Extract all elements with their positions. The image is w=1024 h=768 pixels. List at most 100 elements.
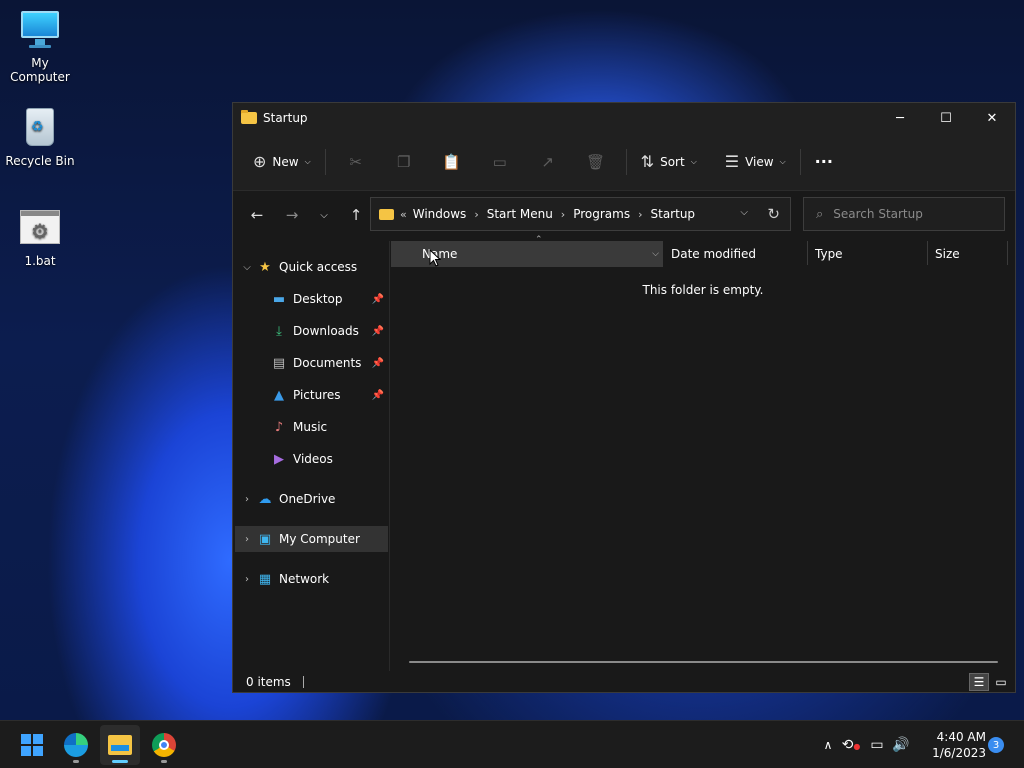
breadcrumb-windows[interactable]: Windows xyxy=(413,207,467,221)
mouse-cursor-icon xyxy=(429,249,441,267)
overflow-chevron-icon[interactable]: « xyxy=(400,208,407,221)
sort-label: Sort xyxy=(660,154,685,169)
view-button[interactable]: ☰ View ⌵ xyxy=(717,146,794,178)
paste-icon[interactable]: 📋 xyxy=(428,146,476,178)
sidebar-item-my-computer[interactable]: › ▣ My Computer xyxy=(235,526,388,552)
toolbar-divider xyxy=(799,148,801,175)
desktop-icon-1-bat[interactable]: ⚙ 1.bat xyxy=(0,206,80,268)
pictures-icon: ▲ xyxy=(274,387,284,403)
running-indicator xyxy=(112,760,128,763)
chevron-down-icon: ⌵ xyxy=(690,156,697,166)
delete-icon[interactable]: 🗑 xyxy=(572,146,620,178)
breadcrumb-start-menu[interactable]: Start Menu xyxy=(487,207,553,221)
chevron-down-icon[interactable]: ⌵ xyxy=(652,249,659,259)
breadcrumb-programs[interactable]: Programs xyxy=(573,207,630,221)
chevron-right-icon[interactable]: › xyxy=(237,494,257,505)
sidebar-item-desktop[interactable]: ▬ Desktop 📌 xyxy=(233,286,388,312)
back-arrow-icon[interactable]: ← xyxy=(241,199,273,231)
sidebar-item-label: Videos xyxy=(293,452,333,466)
start-button[interactable] xyxy=(12,725,52,765)
share-icon[interactable]: ↗ xyxy=(524,146,572,178)
music-icon: ♪ xyxy=(274,419,284,435)
desktop-icon-label: My Computer xyxy=(10,56,70,84)
refresh-icon[interactable]: ↻ xyxy=(767,205,780,223)
close-button[interactable]: ✕ xyxy=(969,103,1015,133)
notification-badge[interactable]: 3 xyxy=(988,737,1004,753)
sidebar-item-pictures[interactable]: ▲ Pictures 📌 xyxy=(233,382,388,408)
taskbar-app-chrome[interactable] xyxy=(144,725,184,765)
navigation-pane: ⌵ ★ Quick access ▬ Desktop 📌 ⤓ Downloads… xyxy=(233,241,390,671)
show-hidden-icons-chevron-icon[interactable]: ∧ xyxy=(818,738,838,752)
column-divider[interactable] xyxy=(807,241,808,265)
sidebar-item-quick-access[interactable]: ⌵ ★ Quick access xyxy=(233,254,388,280)
minimize-button[interactable]: ─ xyxy=(877,103,923,133)
view-lines-icon: ☰ xyxy=(724,152,740,171)
breadcrumb-separator-icon: › xyxy=(474,207,479,221)
sidebar-item-label: Network xyxy=(279,572,330,586)
taskbar-clock[interactable]: 4:40 AM 1/6/2023 xyxy=(920,729,986,761)
sidebar-item-label: Documents xyxy=(293,356,362,370)
column-divider[interactable] xyxy=(927,241,928,265)
sidebar-item-documents[interactable]: ▤ Documents 📌 xyxy=(233,350,388,376)
sidebar-item-label: Pictures xyxy=(293,388,341,402)
up-arrow-icon[interactable]: ↑ xyxy=(340,199,372,231)
breadcrumb-separator-icon: › xyxy=(638,207,643,221)
search-box[interactable]: ⌕ Search Startup xyxy=(803,197,1005,231)
network-status-icon[interactable]: ▭ xyxy=(864,737,890,753)
cut-icon[interactable]: ✂ xyxy=(332,146,380,178)
sidebar-item-music[interactable]: ♪ Music xyxy=(233,414,388,440)
address-dropdown-icon[interactable]: ⌵ xyxy=(740,207,748,218)
desktop-icon-recycle-bin[interactable]: ♻ Recycle Bin xyxy=(0,106,80,168)
taskbar: ∧ ⟲● ▭ 🔊 4:40 AM 1/6/2023 3 xyxy=(0,720,1024,768)
taskbar-app-edge[interactable] xyxy=(56,725,96,765)
address-bar[interactable]: « Windows › Start Menu › Programs › Star… xyxy=(370,197,791,231)
column-divider[interactable] xyxy=(1007,241,1008,265)
taskbar-app-file-explorer[interactable] xyxy=(100,725,140,765)
column-label: Type xyxy=(815,247,843,261)
desktop-icon-label: 1.bat xyxy=(24,254,56,268)
new-button[interactable]: ⊕ New ⌵ xyxy=(245,146,319,178)
desktop-icon: ▬ xyxy=(272,291,286,307)
star-icon: ★ xyxy=(259,259,271,275)
sort-button[interactable]: ⇅ Sort ⌵ xyxy=(633,146,705,178)
copy-icon[interactable]: ❐ xyxy=(380,146,428,178)
sidebar-item-videos[interactable]: ▶ Videos xyxy=(233,446,388,472)
more-options-button[interactable]: ··· xyxy=(807,146,841,178)
details-view-icon[interactable]: ☰ xyxy=(969,673,989,691)
horizontal-scrollbar[interactable] xyxy=(409,661,998,663)
folder-icon xyxy=(241,110,257,124)
column-header-date-modified[interactable]: Date modified xyxy=(671,241,807,267)
large-icons-view-icon[interactable]: ▭ xyxy=(991,673,1011,691)
volume-icon[interactable]: 🔊 xyxy=(890,737,912,753)
breadcrumb-startup[interactable]: Startup xyxy=(651,207,696,221)
monitor-icon xyxy=(18,8,62,52)
sidebar-item-label: My Computer xyxy=(279,532,360,546)
title-bar[interactable]: Startup ─ ☐ ✕ xyxy=(233,103,1015,133)
document-icon: ▤ xyxy=(272,355,286,371)
sidebar-item-downloads[interactable]: ⤓ Downloads 📌 xyxy=(233,318,388,344)
sync-status-icon[interactable]: ⟲● xyxy=(838,737,864,753)
column-header-type[interactable]: Type xyxy=(815,241,927,267)
recent-locations-chevron-icon[interactable]: ⌵ xyxy=(308,199,340,231)
breadcrumb-separator-icon: › xyxy=(560,207,566,221)
chevron-right-icon[interactable]: › xyxy=(237,574,257,585)
sidebar-item-label: Quick access xyxy=(279,260,358,274)
command-bar: ⊕ New ⌵ ✂ ❐ 📋 ▭ ↗ 🗑 ⇅ Sort ⌵ ☰ View ⌵ ··… xyxy=(233,133,1015,191)
window-title: Startup xyxy=(263,111,308,125)
desktop-icon-my-computer[interactable]: My Computer xyxy=(0,8,80,84)
sidebar-item-onedrive[interactable]: › ☁ OneDrive xyxy=(233,486,388,512)
rename-icon[interactable]: ▭ xyxy=(476,146,524,178)
sidebar-item-network[interactable]: › ▦ Network xyxy=(233,566,388,592)
column-header-size[interactable]: Size xyxy=(935,241,1005,267)
file-explorer-icon xyxy=(108,735,132,755)
column-label: Date modified xyxy=(671,247,757,261)
forward-arrow-icon[interactable]: → xyxy=(276,199,308,231)
plus-circle-icon: ⊕ xyxy=(253,152,267,171)
chevron-right-icon[interactable]: › xyxy=(237,534,257,545)
chevron-down-icon: ⌵ xyxy=(779,156,786,166)
chevron-down-icon[interactable]: ⌵ xyxy=(237,262,257,273)
maximize-button[interactable]: ☐ xyxy=(923,103,969,133)
system-tray: ∧ ⟲● ▭ 🔊 xyxy=(818,721,912,768)
pin-icon: 📌 xyxy=(371,389,384,401)
download-icon: ⤓ xyxy=(276,323,282,339)
